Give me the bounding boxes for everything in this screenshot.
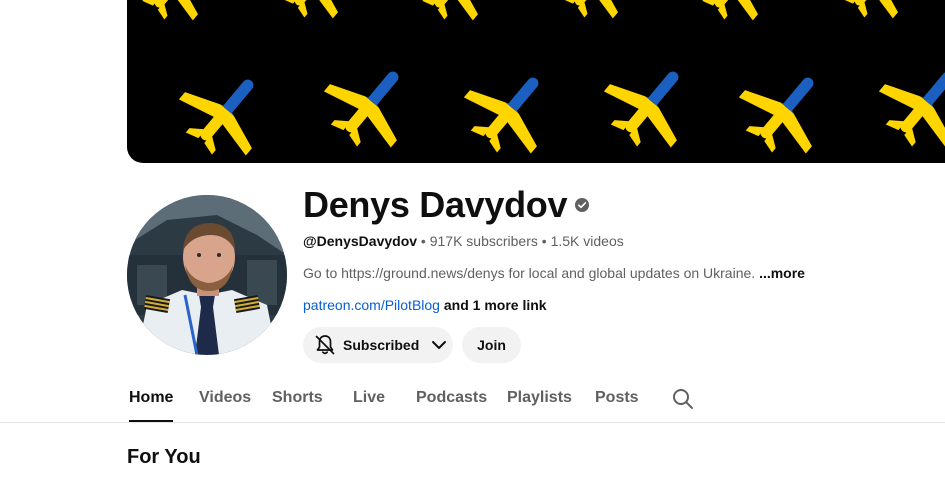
channel-name-text: Denys Davydov — [303, 184, 568, 225]
section-title: For You — [127, 446, 201, 468]
join-button[interactable]: Join — [462, 327, 521, 363]
chevron-down-icon — [429, 335, 449, 355]
channel-name: Denys Davydov — [303, 183, 590, 227]
tab-playlists[interactable]: Playlists — [507, 378, 572, 422]
tab-videos[interactable]: Videos — [199, 378, 251, 422]
join-label: Join — [477, 337, 506, 353]
patreon-link[interactable]: patreon.com/PilotBlog — [303, 297, 440, 313]
video-count: 1.5K videos — [550, 233, 624, 249]
channel-avatar[interactable] — [127, 195, 287, 355]
subscribed-label: Subscribed — [343, 337, 420, 353]
tab-shorts[interactable]: Shorts — [272, 378, 323, 422]
channel-links: patreon.com/PilotBlog and 1 more link — [303, 296, 547, 314]
bell-icon — [313, 333, 337, 357]
tab-home[interactable]: Home — [129, 378, 174, 422]
tab-live[interactable]: Live — [353, 378, 385, 422]
tab-posts[interactable]: Posts — [595, 378, 639, 422]
channel-description[interactable]: Go to https://ground.news/denys for loca… — [303, 264, 805, 282]
subscribed-button[interactable]: Subscribed — [303, 327, 453, 363]
meta-separator: • — [541, 233, 547, 249]
tab-podcasts[interactable]: Podcasts — [416, 378, 487, 422]
description-more-link[interactable]: ...more — [759, 265, 805, 281]
meta-separator: • — [420, 233, 426, 249]
channel-meta: @DenysDavydov • 917K subscribers • 1.5K … — [303, 232, 624, 250]
channel-handle: @DenysDavydov — [303, 233, 418, 249]
description-text: Go to https://ground.news/denys for loca… — [303, 265, 756, 281]
search-icon[interactable] — [671, 387, 695, 411]
check-circle-icon — [575, 198, 590, 212]
channel-banner — [127, 0, 945, 163]
subscriber-count: 917K subscribers — [429, 233, 538, 249]
channel-tabs: Home Videos Shorts Live Podcasts Playlis… — [0, 378, 945, 423]
more-links-button[interactable]: and 1 more link — [444, 297, 547, 313]
pilot-portrait-image — [127, 195, 287, 355]
